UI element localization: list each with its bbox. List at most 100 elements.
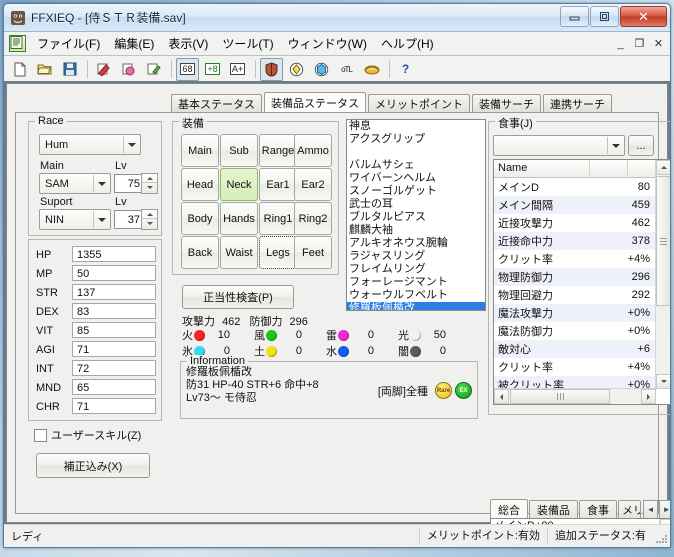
scroll-down-icon[interactable]	[656, 374, 670, 389]
equip-slot-ring2[interactable]: Ring2	[294, 202, 332, 235]
tab-merit-points[interactable]: メリットポイント	[368, 94, 470, 114]
stat-value[interactable]: 65	[72, 379, 156, 395]
item-list[interactable]: 神息 アクスグリップ バルムサシェ ワイバーンヘルム スノーゴルゲット 武士の耳…	[346, 119, 486, 311]
list-item[interactable]: スノーゴルゲット	[347, 185, 485, 198]
mdi-close-button[interactable]: ✕	[649, 34, 668, 53]
scroll-up-icon[interactable]	[656, 160, 670, 175]
stat-value[interactable]: 85	[72, 322, 156, 338]
table-row[interactable]: 魔法防御力 +0%	[494, 322, 656, 340]
list-item[interactable]	[347, 146, 485, 159]
equip-slot-range[interactable]: Range	[259, 134, 297, 167]
food-icon[interactable]	[360, 58, 383, 81]
edit-note-icon[interactable]	[142, 58, 165, 81]
summary-tab-merit[interactable]: メリ	[618, 500, 642, 519]
a-plus-icon[interactable]: A+	[226, 58, 249, 81]
equip-slot-feet[interactable]: Feet	[294, 236, 332, 269]
validity-check-button[interactable]: 正当性検査(P)	[182, 285, 294, 309]
list-item[interactable]: フレイムリング	[347, 263, 485, 276]
stat-detail-table[interactable]: Name メインD 80 メイン間隔 459 近接攻撃力 462 近接命中力 378 ク…	[493, 159, 670, 405]
equip-slot-hands[interactable]: Hands	[220, 202, 258, 235]
user-skill-checkbox[interactable]: ユーザースキル(Z)	[34, 427, 141, 443]
table-row[interactable]: 物理回避力 292	[494, 286, 656, 304]
list-item[interactable]: ブルタルピアス	[347, 211, 485, 224]
scroll-right-icon[interactable]	[641, 389, 656, 404]
stepper-down-icon[interactable]	[142, 182, 157, 191]
table-row[interactable]: 近接攻撃力 462	[494, 214, 656, 232]
tab-skillchain-search[interactable]: 連携サーチ	[543, 94, 612, 114]
support-job-select[interactable]: NIN	[39, 209, 111, 230]
list-item[interactable]: 麒麟大袖	[347, 224, 485, 237]
list-item[interactable]: ラジャスリング	[347, 250, 485, 263]
tab-equipment-search[interactable]: 装備サーチ	[472, 94, 541, 114]
stat-value[interactable]: 83	[72, 303, 156, 319]
list-item[interactable]: アルキオネウス腕輪	[347, 237, 485, 250]
stat-value[interactable]: 137	[72, 284, 156, 300]
table-row[interactable]: 魔法攻撃力 +0%	[494, 304, 656, 322]
menu-item-edit[interactable]: 編集(E)	[107, 32, 161, 55]
summary-tab-food[interactable]: 食事	[579, 500, 617, 519]
import-red-icon[interactable]	[92, 58, 115, 81]
column-header-value[interactable]	[590, 160, 628, 176]
table-row[interactable]: 近接命中力 378	[494, 232, 656, 250]
save-icon[interactable]	[58, 58, 81, 81]
export-pink-icon[interactable]	[117, 58, 140, 81]
table-row[interactable]: メインD 80	[494, 178, 656, 196]
stat-value[interactable]: 72	[72, 360, 156, 376]
list-item[interactable]: 武士の耳	[347, 198, 485, 211]
list-item[interactable]: ワイバーンヘルム	[347, 172, 485, 185]
maximize-button[interactable]	[590, 6, 619, 27]
stepper-up-icon[interactable]	[142, 210, 157, 218]
table-horizontal-scrollbar[interactable]	[494, 388, 656, 404]
open-folder-icon[interactable]	[33, 58, 56, 81]
correction-button[interactable]: 補正込み(X)	[36, 453, 150, 478]
menu-item-file[interactable]: ファイル(F)	[30, 32, 107, 55]
equip-slot-neck[interactable]: Neck	[220, 168, 258, 201]
equip-slot-sub[interactable]: Sub	[220, 134, 258, 167]
stepper-down-icon[interactable]	[142, 218, 157, 227]
equip-slot-main[interactable]: Main	[181, 134, 219, 167]
level68-icon[interactable]: 68	[176, 57, 199, 81]
summary-tab-total[interactable]: 総合	[490, 499, 528, 519]
list-item[interactable]: ウォーウルフベルト	[347, 289, 485, 302]
minimize-button[interactable]	[560, 6, 589, 27]
crystal-icon[interactable]	[310, 58, 333, 81]
stat-value[interactable]: 50	[72, 265, 156, 281]
equip-slot-head[interactable]: Head	[181, 168, 219, 201]
food-browse-button[interactable]: ...	[628, 135, 654, 156]
close-button[interactable]: ✕	[620, 6, 667, 27]
stat-value[interactable]: 1355	[72, 246, 156, 262]
summary-tab-prev-icon[interactable]: ◄	[643, 500, 659, 519]
table-vertical-scrollbar[interactable]	[655, 160, 670, 389]
list-item[interactable]: フォーレージマント	[347, 276, 485, 289]
main-job-select[interactable]: SAM	[39, 173, 111, 194]
equip-slot-legs[interactable]: Legs	[259, 236, 297, 269]
stat-value[interactable]: 71	[72, 341, 156, 357]
table-row[interactable]: クリット率 +4%	[494, 250, 656, 268]
support-lv-stepper[interactable]	[141, 209, 158, 230]
equip-slot-ear2[interactable]: Ear2	[294, 168, 332, 201]
tab-basic-status[interactable]: 基本ステータス	[171, 94, 262, 114]
equip-slot-ear1[interactable]: Ear1	[259, 168, 297, 201]
new-file-icon[interactable]	[8, 58, 31, 81]
help-icon[interactable]: ?	[394, 58, 417, 81]
column-header-name[interactable]: Name	[494, 160, 590, 176]
table-row[interactable]: 物理防御力 296	[494, 268, 656, 286]
equip-slot-ring1[interactable]: Ring1	[259, 202, 297, 235]
equip-slot-waist[interactable]: Waist	[220, 236, 258, 269]
menu-item-help[interactable]: ヘルプ(H)	[374, 32, 441, 55]
stat-value[interactable]: 71	[72, 398, 156, 414]
list-item[interactable]: 神息	[347, 120, 485, 133]
add-merit-icon[interactable]: +8	[201, 58, 224, 81]
equip-slot-ammo[interactable]: Ammo	[294, 134, 332, 167]
equip-slot-back[interactable]: Back	[181, 236, 219, 269]
main-lv-stepper[interactable]	[141, 173, 158, 194]
column-header-extra[interactable]	[628, 160, 656, 176]
list-item[interactable]: バルムサシェ	[347, 159, 485, 172]
otl-icon[interactable]: oTL	[335, 58, 358, 81]
gem-icon[interactable]	[285, 58, 308, 81]
scroll-left-icon[interactable]	[494, 389, 509, 404]
equip-slot-body[interactable]: Body	[181, 202, 219, 235]
list-item-selected[interactable]: 修羅板佩楯改	[347, 302, 485, 310]
checkbox-box[interactable]	[34, 428, 47, 442]
food-select[interactable]	[493, 135, 625, 156]
